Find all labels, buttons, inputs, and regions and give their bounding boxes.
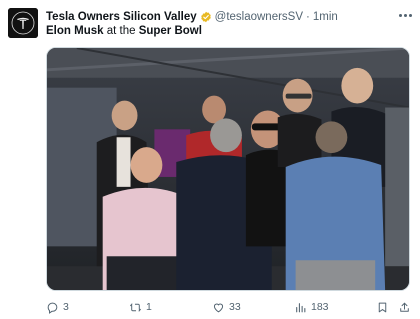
heart-icon: [213, 303, 224, 312]
retweet-button[interactable]: 1: [129, 298, 152, 316]
separator-dot: ·: [306, 11, 310, 23]
tweet-card[interactable]: Tesla Owners Silicon Valley @teslaowners…: [0, 0, 420, 319]
photo-image: [47, 48, 409, 290]
reply-button[interactable]: 3: [46, 298, 69, 316]
views-button[interactable]: 183: [294, 298, 329, 316]
author-handle[interactable]: @teslaownersSV: [215, 11, 303, 23]
reply-count: 3: [63, 301, 69, 313]
tweet-text: Elon Musk at the Super Bowl: [46, 25, 202, 37]
tesla-owners-logo-icon: [8, 8, 38, 38]
avatar[interactable]: [8, 8, 38, 38]
more-options-icon[interactable]: [396, 8, 414, 22]
retweet-count: 1: [146, 301, 152, 313]
like-count: 33: [229, 301, 241, 313]
bookmark-icon: [378, 302, 387, 312]
share-icon: [400, 302, 409, 312]
bookmark-button[interactable]: [376, 298, 389, 316]
tweet-text-plain: at the: [103, 25, 139, 37]
tweet-header: Tesla Owners Silicon Valley @teslaowners…: [46, 9, 338, 25]
tweet-text-bold-name: Elon Musk: [46, 25, 104, 37]
retweet-icon: [130, 302, 141, 312]
analytics-bars-icon: [296, 302, 306, 312]
tweet-text-bold-event: Super Bowl: [138, 25, 202, 37]
tweet-media-photo[interactable]: [46, 47, 410, 291]
verified-badge-icon: [200, 11, 212, 23]
tweet-actions-bar: 3 1 33 183: [46, 298, 412, 316]
like-button[interactable]: 33: [212, 298, 241, 316]
share-button[interactable]: [398, 298, 411, 316]
tweet-timestamp[interactable]: 1min: [313, 11, 338, 23]
author-display-name[interactable]: Tesla Owners Silicon Valley: [46, 11, 197, 23]
views-count: 183: [311, 301, 329, 313]
reply-icon: [47, 302, 58, 314]
